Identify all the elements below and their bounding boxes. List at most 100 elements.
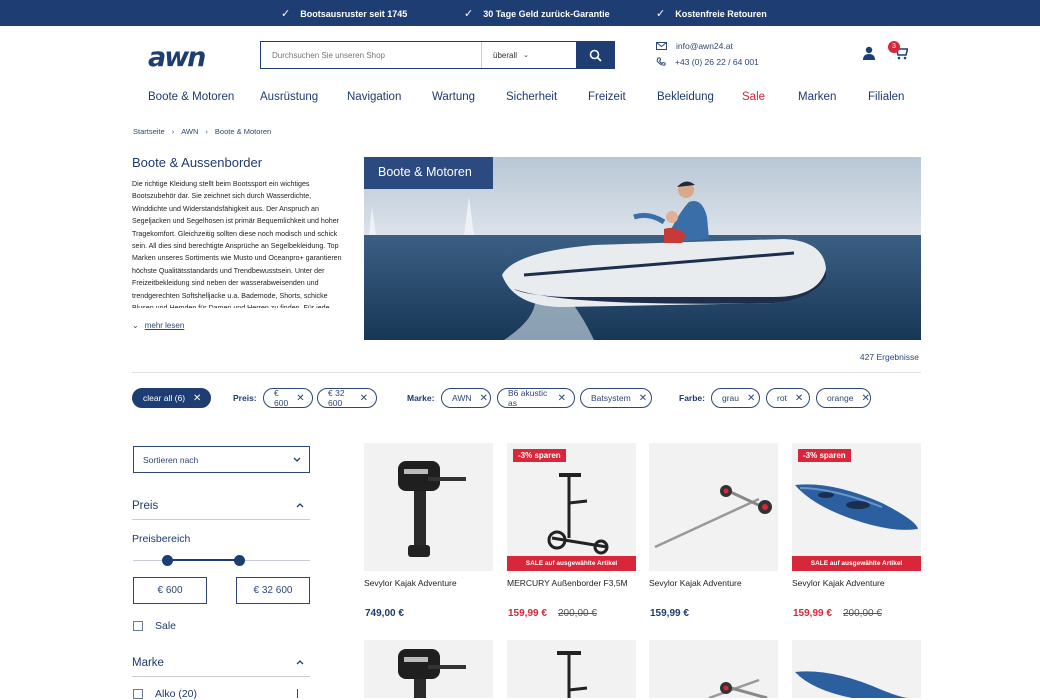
nav-item-sicherheit[interactable]: Sicherheit	[506, 91, 557, 103]
clear-all-filters-button[interactable]: clear all (6) ✕	[132, 388, 211, 408]
product-card[interactable]	[507, 640, 636, 698]
filter-chip-color[interactable]: grau ✕	[711, 388, 760, 408]
search-button[interactable]	[576, 42, 614, 68]
hero-banner[interactable]: Boote & Motoren	[364, 157, 921, 340]
sale-banner: SALE auf ausgewählte Artikel	[507, 556, 636, 571]
sort-select[interactable]: Sortieren nach	[133, 446, 310, 473]
facet-header-brand[interactable]: Marke	[132, 657, 310, 677]
launch-trolley-image	[708, 678, 768, 698]
search-scope-label: überall	[493, 50, 518, 60]
nav-item-filialen[interactable]: Filialen	[868, 91, 904, 103]
search-icon	[589, 49, 602, 62]
user-icon	[863, 46, 875, 60]
check-icon: ✓	[656, 8, 666, 20]
nav-item-boote-motoren[interactable]: Boote & Motoren	[148, 91, 234, 103]
trolley-image	[547, 473, 609, 555]
filter-chip-brand[interactable]: AWN ✕	[441, 388, 491, 408]
filter-chip-brand[interactable]: B6 akustic as ✕	[497, 388, 575, 408]
price-slider-max-handle[interactable]	[234, 555, 245, 566]
discount-badge: -3% sparen	[513, 449, 566, 462]
account-button[interactable]	[862, 46, 876, 65]
logo[interactable]: awn	[148, 42, 206, 73]
chevron-up-icon	[296, 657, 304, 667]
main-nav: Boote & Motoren Ausrüstung Navigation Wa…	[0, 88, 1040, 120]
usp-item: ✓ Kostenfreie Retouren	[656, 7, 767, 20]
kayak-image	[795, 671, 910, 698]
product-card[interactable]	[649, 640, 778, 698]
contact-email[interactable]: info@awn24.at	[656, 41, 733, 51]
price-min-input[interactable]: € 600	[133, 577, 207, 604]
check-icon: ✓	[281, 8, 291, 20]
search-bar: überall ⌄	[260, 41, 615, 69]
facet-header-price[interactable]: Preis	[132, 500, 310, 520]
chip-label: Batsystem	[591, 393, 631, 403]
read-more-link[interactable]: ⌄ mehr lesen	[132, 321, 184, 330]
usp-item: ✓ Bootsausruster seit 1745	[281, 7, 407, 20]
breadcrumb-item[interactable]: AWN	[181, 127, 198, 136]
product-price: 159,99 €	[508, 608, 547, 619]
product-price: 159,99 €	[793, 608, 832, 619]
breadcrumb: Startseite › AWN › Boote & Motoren	[133, 127, 271, 136]
site-header: awn überall ⌄ info@awn24.at +43 (0) 26 2…	[0, 26, 1040, 88]
price-max-input[interactable]: € 32 600	[236, 577, 310, 604]
breadcrumb-separator: ›	[205, 127, 208, 136]
nav-item-freizeit[interactable]: Freizeit	[588, 91, 626, 103]
close-icon: ✕	[359, 392, 368, 404]
product-old-price: 200,00 €	[843, 608, 882, 619]
usp-text: Bootsausruster seit 1745	[300, 8, 408, 19]
facet-title: Preis	[132, 500, 159, 512]
cart-button[interactable]: 3	[888, 41, 909, 65]
breadcrumb-item[interactable]: Boote & Motoren	[215, 127, 271, 136]
cart-count-badge: 3	[888, 41, 900, 53]
discount-badge: -3% sparen	[798, 449, 851, 462]
trolley-image	[557, 651, 588, 698]
active-filters: clear all (6) ✕ Preis: € 600 ✕ € 32 600 …	[0, 388, 1040, 408]
nav-item-ausruestung[interactable]: Ausrüstung	[260, 91, 318, 103]
sale-banner: SALE auf ausgewählte Artikel	[792, 556, 921, 571]
breadcrumb-item[interactable]: Startseite	[133, 127, 165, 136]
filter-chip-brand[interactable]: Batsystem ✕	[580, 388, 652, 408]
contact-phone[interactable]: +43 (0) 26 22 / 64 001	[656, 57, 759, 67]
hero-label: Boote & Motoren	[364, 157, 493, 189]
filter-chip-color[interactable]: rot ✕	[766, 388, 810, 408]
close-icon: ✕	[794, 392, 804, 404]
product-price: 159,99 €	[650, 608, 689, 619]
breadcrumb-separator: ›	[171, 127, 175, 136]
sale-checkbox[interactable]	[133, 621, 143, 631]
chip-label: AWN	[452, 393, 472, 403]
product-card[interactable]	[364, 640, 493, 698]
search-input[interactable]	[261, 42, 481, 68]
product-image: -3% sparen SALE auf ausgewählte Artikel	[507, 443, 636, 571]
nav-item-bekleidung[interactable]: Bekleidung	[657, 91, 714, 103]
nav-item-navigation[interactable]: Navigation	[347, 91, 401, 103]
phone-icon	[656, 57, 666, 66]
product-image	[649, 640, 778, 698]
product-image: -3% sparen SALE auf ausgewählte Artikel	[792, 443, 921, 571]
search-scope-select[interactable]: überall ⌄	[481, 42, 576, 68]
close-icon: ✕	[747, 392, 756, 404]
product-card[interactable]: Sevylor Kajak Adventure 749,00 €	[364, 443, 493, 619]
product-card[interactable]	[792, 640, 921, 698]
usp-bar: ✓ Bootsausruster seit 1745 ✓ 30 Tage Gel…	[0, 0, 1040, 26]
filter-chip-price-max[interactable]: € 32 600 ✕	[317, 388, 377, 408]
chip-label: clear all (6)	[143, 393, 186, 403]
mail-icon	[656, 42, 667, 50]
product-card[interactable]: -3% sparen SALE auf ausgewählte Artikel …	[792, 443, 921, 619]
product-name: Sevylor Kajak Adventure	[649, 578, 742, 588]
result-count: 427 Ergebnisse	[859, 352, 919, 362]
chip-label: rot	[777, 393, 787, 403]
filter-chip-color[interactable]: orange ✕	[816, 388, 871, 408]
filter-chip-price-min[interactable]: € 600 ✕	[263, 388, 313, 408]
outboard-motor-image	[398, 461, 466, 557]
product-image	[649, 443, 778, 571]
nav-item-marken[interactable]: Marken	[798, 91, 836, 103]
nav-item-wartung[interactable]: Wartung	[432, 91, 475, 103]
nav-item-sale[interactable]: Sale	[742, 91, 765, 103]
price-range-label: Preisbereich	[132, 533, 191, 545]
price-slider-min-handle[interactable]	[162, 555, 173, 566]
product-card[interactable]: -3% sparen SALE auf ausgewählte Artikel …	[507, 443, 636, 619]
scrollbar[interactable]	[297, 689, 298, 698]
close-icon: ✕	[557, 392, 566, 404]
product-card[interactable]: Sevylor Kajak Adventure 159,99 €	[649, 443, 778, 619]
product-name: MERCURY Außenborder F3,5M	[507, 578, 628, 588]
